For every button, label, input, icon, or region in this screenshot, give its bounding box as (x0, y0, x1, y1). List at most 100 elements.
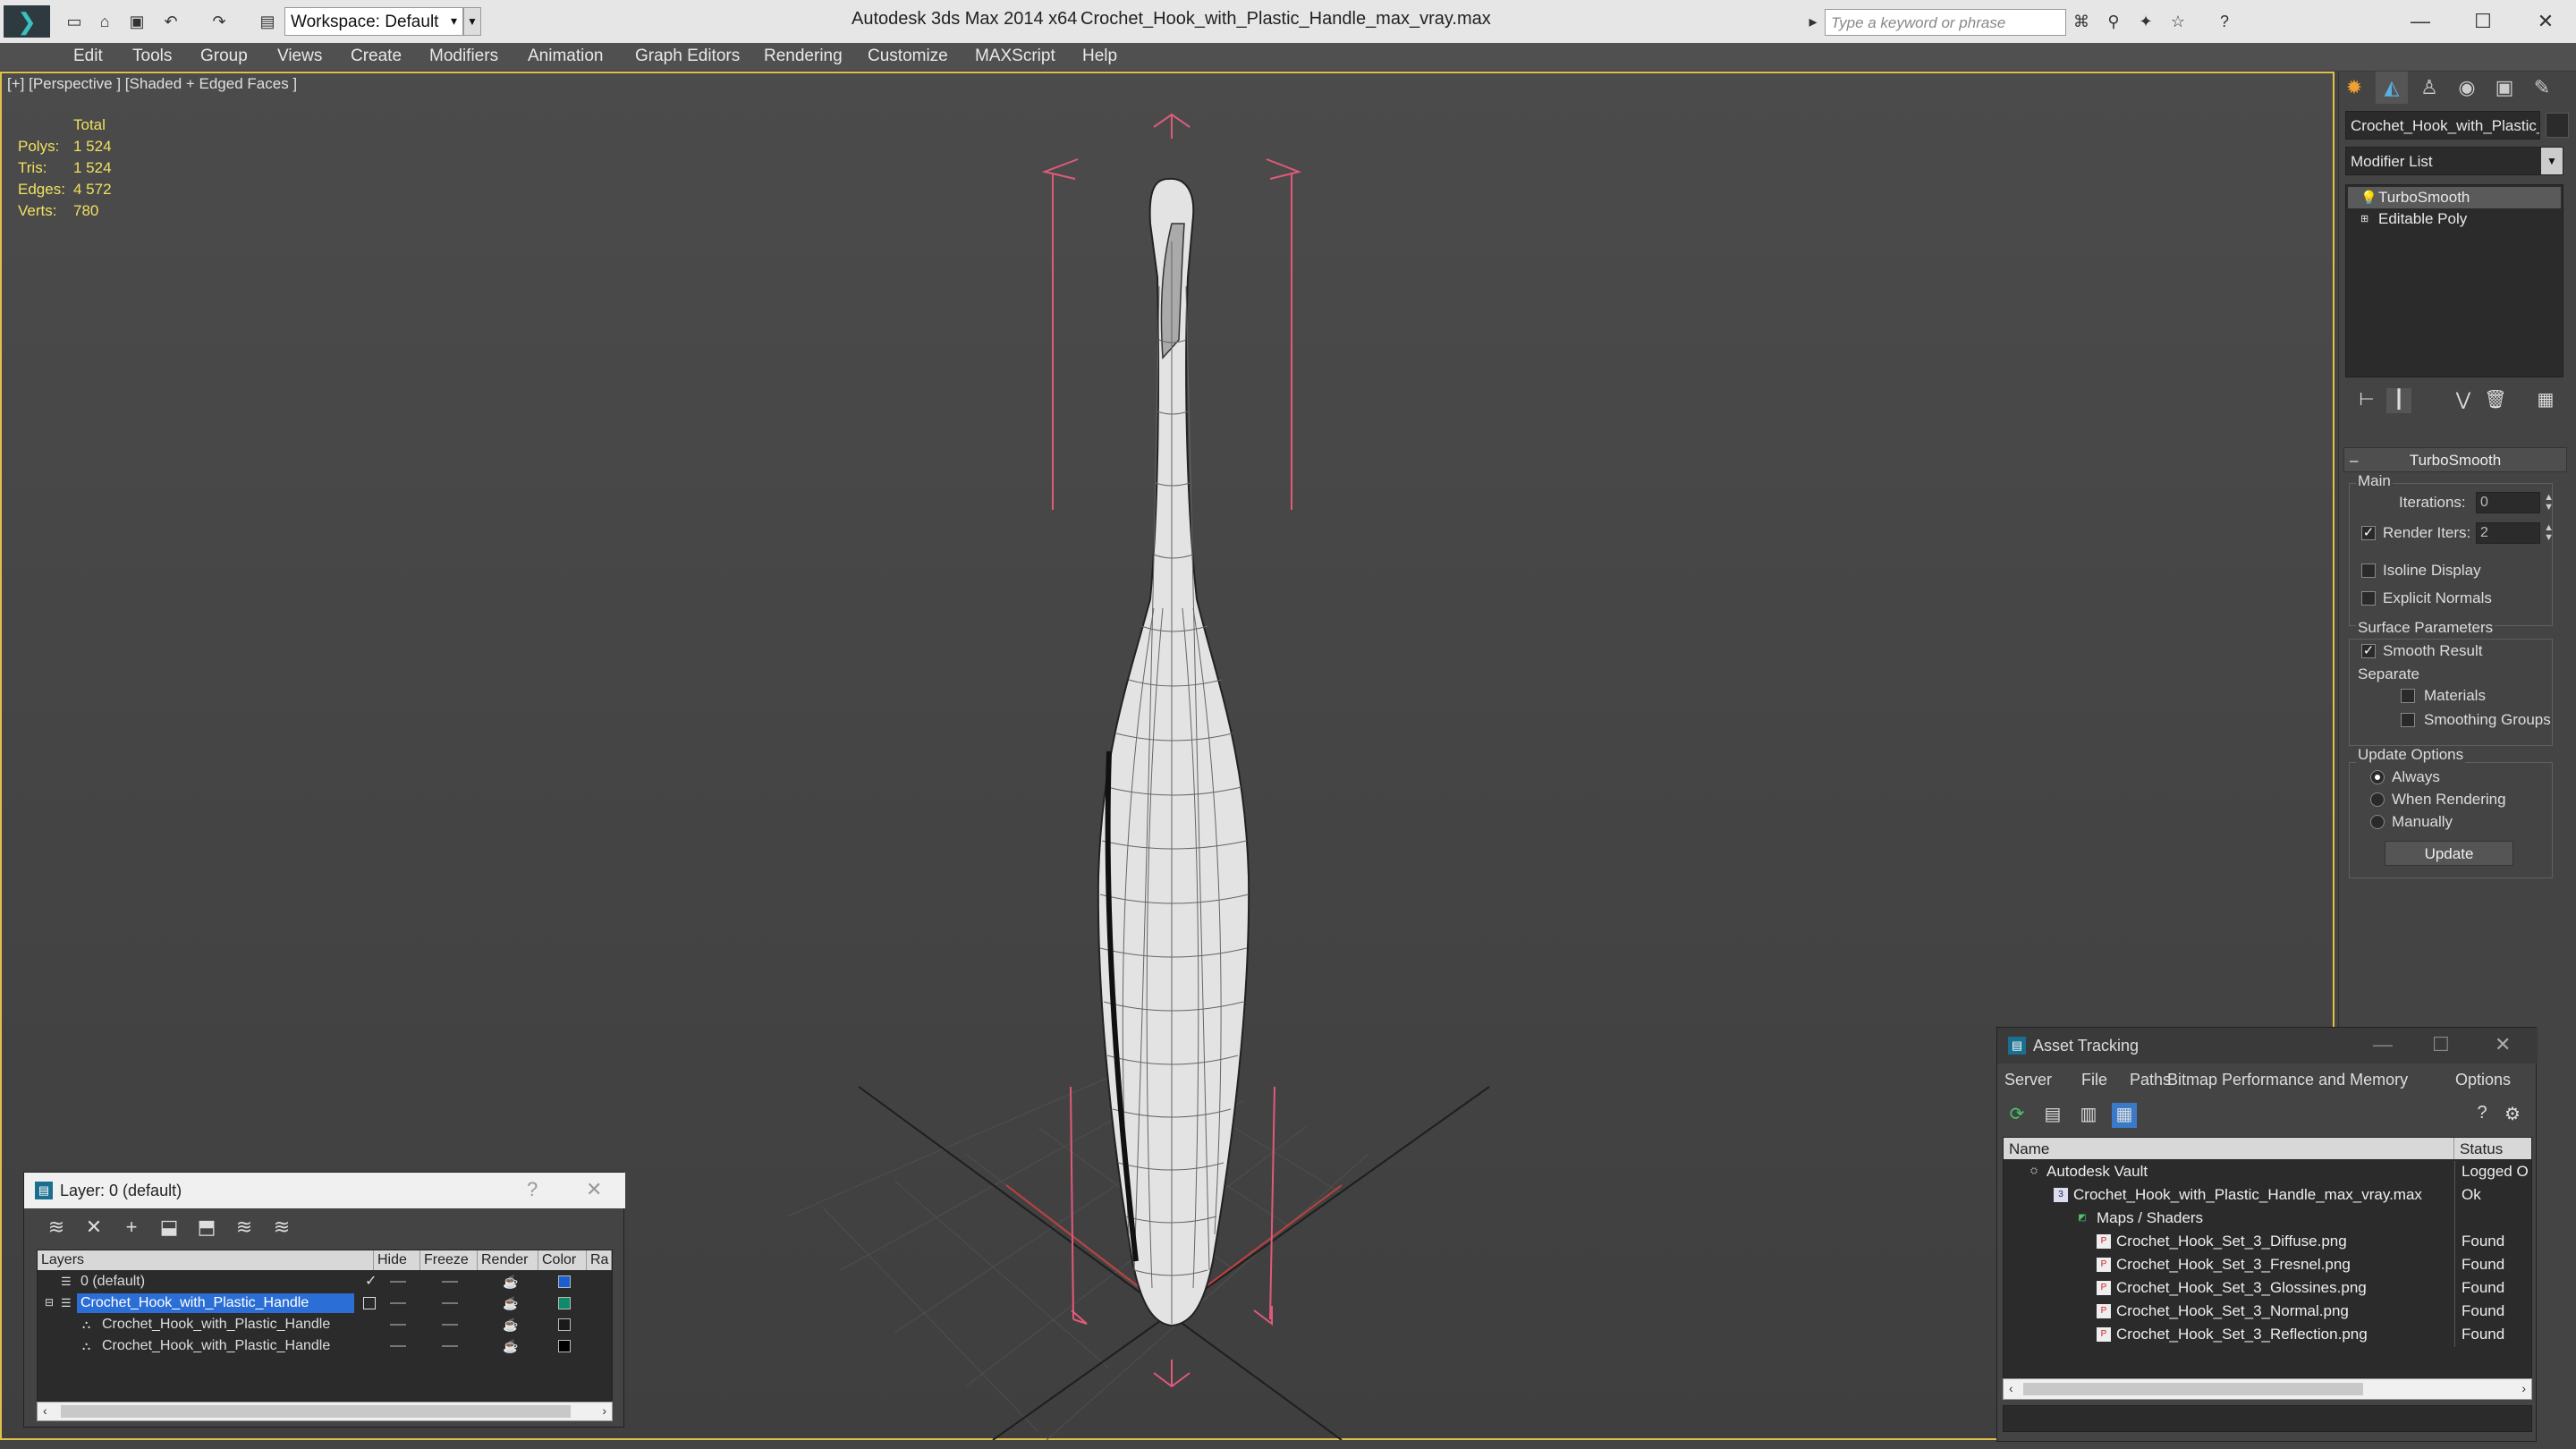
remove-modifier-icon[interactable]: 🗑 (2483, 388, 2508, 413)
layer-row[interactable]: ☰ 0 (default) ✓ ☕ (38, 1272, 612, 1293)
explicit-normals-checkbox[interactable] (2361, 591, 2376, 606)
spinner-arrows-icon[interactable]: ▲ ▼ (2544, 493, 2554, 513)
menu-paths[interactable]: Paths (2130, 1071, 2171, 1089)
redo-icon[interactable]: ↷ (208, 11, 231, 32)
column-header-freeze[interactable]: Freeze (420, 1250, 478, 1270)
column-header-color[interactable]: Color (538, 1250, 587, 1270)
undo-icon[interactable]: ↶ (159, 11, 182, 32)
smooth-result-checkbox[interactable]: ✓ (2361, 644, 2376, 658)
menu-animation[interactable]: Animation (528, 47, 604, 66)
close-button[interactable]: ✕ (2495, 1033, 2511, 1056)
always-radio[interactable] (2370, 770, 2385, 784)
menu-file[interactable]: File (2081, 1071, 2107, 1089)
asset-row[interactable]: P Crochet_Hook_Set_3_Fresnel.png Found (2004, 1254, 2531, 1277)
hierarchy-tab-icon[interactable]: ♙ (2413, 72, 2445, 104)
scroll-right-icon[interactable]: › (602, 1403, 606, 1418)
modify-tab-icon[interactable]: ◭ (2376, 72, 2408, 104)
update-button[interactable]: Update (2385, 841, 2513, 866)
communication-icon[interactable]: ✦ (2134, 11, 2157, 32)
help-icon[interactable]: ? (2213, 11, 2236, 32)
set-current-layer-icon[interactable] (363, 1297, 376, 1309)
expand-plus-icon[interactable]: ⊞ (2360, 213, 2368, 225)
close-button[interactable]: ✕ (2519, 4, 2572, 39)
scroll-right-icon[interactable]: › (2521, 1381, 2526, 1395)
menu-server[interactable]: Server (2004, 1071, 2052, 1089)
delete-layer-icon[interactable]: ✕ (81, 1216, 106, 1241)
asset-row[interactable]: P Crochet_Hook_Set_3_Diffuse.png Found (2004, 1231, 2531, 1254)
close-button[interactable]: ✕ (586, 1178, 602, 1201)
menu-customize[interactable]: Customize (868, 47, 948, 66)
show-end-result-icon[interactable]: ┃ (2386, 388, 2411, 413)
spinner-arrows-icon[interactable]: ▲ ▼ (2544, 523, 2554, 543)
scrollbar-thumb[interactable] (61, 1405, 571, 1418)
freeze-all-icon[interactable]: ≋ (269, 1216, 294, 1241)
vault-settings-icon[interactable]: ⚙ (2500, 1103, 2525, 1128)
vault-help-icon[interactable]: ? (2470, 1103, 2495, 1128)
layer-row[interactable]: ⊟ ☰ Crochet_Hook_with_Plastic_Handle ☕ (38, 1293, 612, 1315)
asset-row[interactable]: ◩ Maps / Shaders (2004, 1208, 2531, 1231)
layer-window-titlebar[interactable]: ▤ Layer: 0 (default) ? ✕ (24, 1173, 625, 1208)
make-unique-icon[interactable]: ⋁ (2451, 388, 2476, 413)
search-tools-icon[interactable]: ⚲ (2102, 11, 2125, 32)
active-layer-check-icon[interactable]: ✓ (365, 1272, 377, 1290)
menu-help[interactable]: Help (1082, 47, 1117, 66)
display-tab-icon[interactable]: ▣ (2488, 72, 2521, 104)
layer-row[interactable]: ⛬ Crochet_Hook_with_Plastic_Handle ☕ (38, 1315, 612, 1336)
asset-row[interactable]: P Crochet_Hook_Set_3_Normal.png Found (2004, 1301, 2531, 1324)
menu-modifiers[interactable]: Modifiers (429, 47, 498, 66)
asset-horizontal-scrollbar[interactable]: ‹ › (2003, 1378, 2532, 1400)
column-header-hide[interactable]: Hide (374, 1250, 420, 1270)
viewport-label[interactable]: [+] [Perspective ] [Shaded + Edged Faces… (7, 75, 297, 93)
favorites-icon[interactable]: ☆ (2166, 11, 2190, 32)
hide-toggle[interactable] (390, 1281, 406, 1283)
workspace-dropdown-button[interactable]: ▼ (463, 7, 481, 36)
render-teapot-icon[interactable]: ☕ (503, 1296, 518, 1311)
save-icon[interactable]: ▣ (125, 11, 148, 32)
menu-graph-editors[interactable]: Graph Editors (635, 47, 740, 66)
layer-color-swatch[interactable] (558, 1297, 571, 1309)
select-objects-icon[interactable]: ⬓ (157, 1216, 182, 1241)
create-tab-icon[interactable]: ✹ (2338, 72, 2370, 104)
help-button[interactable]: ? (527, 1178, 538, 1201)
layer-horizontal-scrollbar[interactable]: ‹ › (37, 1402, 613, 1421)
asset-row[interactable]: P Crochet_Hook_Set_3_Glossines.png Found (2004, 1277, 2531, 1301)
utilities-tab-icon[interactable]: ✎ (2526, 72, 2558, 104)
column-header-status[interactable]: Status (2454, 1138, 2531, 1159)
freeze-toggle[interactable] (442, 1281, 458, 1283)
menu-group[interactable]: Group (200, 47, 248, 66)
menu-views[interactable]: Views (277, 47, 322, 66)
scroll-left-icon[interactable]: ‹ (2009, 1381, 2013, 1395)
menu-bitmap-performance[interactable]: Bitmap Performance and Memory (2167, 1071, 2408, 1089)
search-input[interactable]: Type a keyword or phrase (1825, 9, 2066, 36)
create-layer-icon[interactable]: ≋ (44, 1216, 69, 1241)
select-layer-icon[interactable]: ⬒ (194, 1216, 219, 1241)
collapse-minus-icon[interactable]: ⊟ (45, 1296, 54, 1309)
render-teapot-icon[interactable]: ☕ (503, 1339, 518, 1354)
manually-radio[interactable] (2370, 815, 2385, 829)
column-header-radiosity[interactable]: Ra (587, 1250, 612, 1270)
render-teapot-icon[interactable]: ☕ (503, 1318, 518, 1333)
list-view-icon[interactable]: ▤ (2040, 1103, 2065, 1128)
table-view-icon[interactable]: ▦ (2112, 1103, 2137, 1128)
workspace-dropdown[interactable]: Workspace: Default ▾ (284, 7, 463, 36)
asset-row[interactable]: ⛭ Autodesk Vault Logged O (2004, 1161, 2531, 1184)
freeze-toggle[interactable] (442, 1302, 458, 1304)
maximize-button[interactable]: ☐ (2456, 4, 2510, 39)
menu-edit[interactable]: Edit (73, 47, 103, 66)
stack-item-turbosmooth[interactable]: 💡 TurboSmooth (2348, 187, 2561, 208)
scrollbar-thumb[interactable] (2023, 1383, 2363, 1395)
modifier-list-dropdown[interactable]: Modifier List ▼ (2345, 147, 2563, 175)
motion-tab-icon[interactable]: ◉ (2451, 72, 2483, 104)
iterations-spinner[interactable]: 0 ▲ ▼ (2476, 492, 2554, 513)
minimize-button[interactable]: — (2373, 1033, 2393, 1056)
menu-tools[interactable]: Tools (132, 47, 172, 66)
lightbulb-icon[interactable]: 💡 (2360, 190, 2377, 206)
hide-all-icon[interactable]: ≋ (232, 1216, 257, 1241)
hide-toggle[interactable] (390, 1324, 406, 1326)
menu-rendering[interactable]: Rendering (764, 47, 843, 66)
layer-color-swatch[interactable] (558, 1318, 571, 1331)
hide-toggle[interactable] (390, 1345, 406, 1347)
render-iters-checkbox[interactable]: ✓ (2361, 526, 2376, 540)
new-icon[interactable]: ▭ (63, 11, 86, 32)
render-iters-spinner[interactable]: 2 ▲ ▼ (2476, 522, 2554, 544)
